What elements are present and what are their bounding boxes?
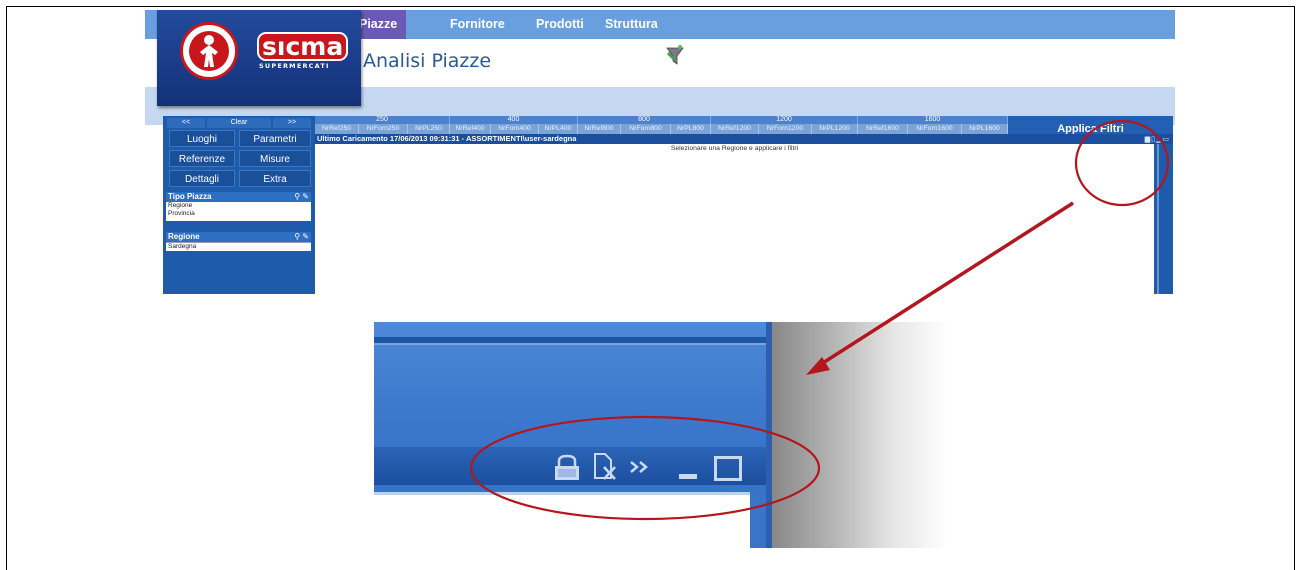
- results-area: Selezionare una Regione e applicare i fi…: [315, 144, 1154, 294]
- last-load-status: Ultimo Caricamento 17/06/2013 09:31:31 -…: [317, 134, 577, 143]
- column-header-row: NrRef250 NrForn250 NrPL250 NrRef400 NrFo…: [315, 124, 1008, 134]
- page-title: Analisi Piazze: [363, 50, 492, 72]
- next-button[interactable]: >>: [273, 118, 311, 128]
- column-header[interactable]: NrRef1200: [711, 124, 759, 134]
- parametri-button[interactable]: Parametri: [239, 130, 311, 147]
- export-icon[interactable]: [592, 452, 618, 482]
- column-header[interactable]: NrForn800: [621, 124, 671, 134]
- list-item[interactable]: Sardegna: [166, 242, 311, 251]
- vertical-scrollbar[interactable]: [1154, 144, 1173, 294]
- prev-button[interactable]: <<: [167, 118, 205, 128]
- column-header[interactable]: NrPL1600: [962, 124, 1008, 134]
- column-group: 1200: [711, 116, 858, 124]
- sigma-logo: sıcma SUPERMERCATI: [157, 10, 361, 106]
- tipo-piazza-filter: Tipo Piazza ⚲ ✎ Regione Provincia: [166, 192, 311, 221]
- zoomed-shadow: [772, 322, 945, 548]
- luoghi-button[interactable]: Luoghi: [169, 130, 235, 147]
- clear-button[interactable]: Clear: [207, 118, 271, 128]
- app-screenshot: Piazze Fornitore Prodotti Struttura Anal…: [145, 10, 1175, 294]
- dettagli-button[interactable]: Dettagli: [169, 170, 235, 187]
- logo-emblem: [180, 22, 238, 80]
- column-header[interactable]: NrForn250: [359, 124, 408, 134]
- column-group: 1600: [858, 116, 1008, 124]
- column-header[interactable]: NrPL250: [408, 124, 450, 134]
- zoomed-content: [374, 492, 750, 548]
- column-header[interactable]: NrForn400: [491, 124, 539, 134]
- regione-filter: Regione ⚲ ✎ Sardegna: [166, 232, 311, 251]
- column-header[interactable]: NrRef400: [450, 124, 491, 134]
- lock-icon[interactable]: [552, 454, 582, 482]
- column-header[interactable]: NrRef250: [315, 124, 359, 134]
- filter-title: Tipo Piazza: [168, 192, 212, 201]
- column-header[interactable]: NrRef1600: [858, 124, 908, 134]
- column-header[interactable]: NrForn1200: [759, 124, 812, 134]
- referenze-button[interactable]: Referenze: [169, 150, 235, 167]
- logo-subtitle: SUPERMERCATI: [259, 62, 330, 70]
- search-icon[interactable]: ⚲ ✎: [294, 192, 309, 202]
- logo-wordmark: sıcma: [257, 32, 349, 61]
- nav-tab-prodotti[interactable]: Prodotti: [536, 17, 584, 31]
- list-item[interactable]: Provincia: [166, 210, 311, 218]
- minimize-icon[interactable]: [679, 474, 697, 479]
- column-header[interactable]: NrPL400: [539, 124, 578, 134]
- column-header[interactable]: NrPL1200: [812, 124, 858, 134]
- column-group-row: 250 400 800 1200 1600: [315, 116, 1008, 124]
- expand-icon[interactable]: [629, 460, 651, 474]
- extra-button[interactable]: Extra: [239, 170, 311, 187]
- maximize-icon[interactable]: ▭: [1162, 135, 1170, 143]
- column-group: 800: [578, 116, 711, 124]
- column-group: 250: [315, 116, 450, 124]
- column-header[interactable]: NrForn1600: [908, 124, 962, 134]
- application-panel: << Clear >> Luoghi Parametri Referenze M…: [163, 116, 1173, 294]
- column-group: 400: [450, 116, 578, 124]
- status-bar: Ultimo Caricamento 17/06/2013 09:31:31 -…: [315, 134, 1173, 144]
- misure-button[interactable]: Misure: [239, 150, 311, 167]
- nav-tab-struttura[interactable]: Struttura: [605, 17, 658, 31]
- filter-title: Regione: [168, 232, 200, 241]
- empty-message: Selezionare una Regione e applicare i fi…: [670, 145, 799, 152]
- person-icon: [200, 35, 218, 67]
- list-item[interactable]: Regione: [166, 202, 311, 210]
- search-icon[interactable]: ⚲ ✎: [294, 232, 309, 242]
- left-filter-panel: << Clear >> Luoghi Parametri Referenze M…: [163, 116, 314, 294]
- column-header[interactable]: NrRef800: [578, 124, 621, 134]
- maximize-icon[interactable]: [714, 456, 742, 481]
- zoomed-detail: [374, 322, 945, 548]
- column-header[interactable]: NrPL800: [671, 124, 711, 134]
- nav-tab-fornitore[interactable]: Fornitore: [450, 17, 505, 31]
- funnel-icon[interactable]: [665, 44, 685, 68]
